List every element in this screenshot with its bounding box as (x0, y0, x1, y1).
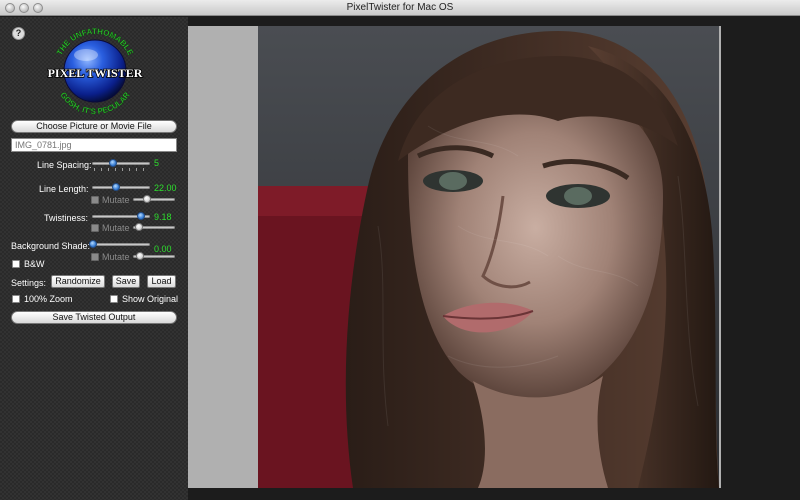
help-button[interactable]: ? (12, 27, 25, 40)
background-shade-label: Background Shade: (11, 241, 91, 251)
tick (122, 168, 123, 171)
line-spacing-value: 5 (154, 158, 160, 168)
window-title: PixelTwister for Mac OS (346, 2, 454, 13)
background-shade-value: 0.00 (154, 244, 172, 254)
line-length-value: 22.00 (154, 183, 177, 193)
save-twisted-output-button[interactable]: Save Twisted Output (11, 311, 177, 324)
twistiness-knob[interactable] (137, 212, 145, 220)
background-shade-mutate-checkbox[interactable] (91, 253, 99, 261)
preview-canvas[interactable] (188, 26, 721, 488)
logo-name: PIXEL TWISTER (48, 66, 143, 80)
pixeltwister-logo: THE UNFATHOMABLE GOSH, IT'S PECULAR PIXE… (47, 27, 144, 116)
choose-file-button[interactable]: Choose Picture or Movie File (11, 120, 177, 133)
tick (101, 168, 102, 171)
show-original-label: Show Original (122, 294, 179, 304)
app-window: PixelTwister for Mac OS ? THE UNFATHOMAB… (0, 0, 800, 500)
zoom-100-checkbox[interactable] (12, 295, 20, 303)
title-bar: PixelTwister for Mac OS (0, 0, 800, 16)
line-spacing-label: Line Spacing: (37, 160, 92, 170)
line-length-slider[interactable] (92, 186, 150, 189)
bw-label: B&W (24, 259, 45, 269)
twistiness-mutate-knob[interactable] (135, 223, 143, 231)
file-name-field[interactable]: IMG_0781.jpg (11, 138, 177, 152)
bw-checkbox[interactable] (12, 260, 20, 268)
tick (94, 168, 95, 171)
line-length-mutate-checkbox[interactable] (91, 196, 99, 204)
line-length-knob[interactable] (112, 183, 120, 191)
line-spacing-slider[interactable] (92, 162, 150, 165)
line-spacing-knob[interactable] (109, 159, 117, 167)
tick (108, 168, 109, 171)
tick (115, 168, 116, 171)
line-length-mutate-slider[interactable] (133, 198, 175, 201)
twistiness-mutate-label: Mutate (102, 223, 130, 233)
tick (143, 168, 144, 171)
line-length-mutate-knob[interactable] (143, 195, 151, 203)
tick (136, 168, 137, 171)
twistiness-value: 9.18 (154, 212, 172, 222)
background-shade-mutate-knob[interactable] (136, 252, 144, 260)
background-shade-knob[interactable] (89, 240, 97, 248)
line-length-mutate-label: Mutate (102, 195, 130, 205)
background-shade-mutate-label: Mutate (102, 252, 130, 262)
twisted-image-preview[interactable] (258, 26, 719, 488)
settings-load-button[interactable]: Load (147, 275, 176, 288)
tick (129, 168, 130, 171)
show-original-checkbox[interactable] (110, 295, 118, 303)
zoom-100-label: 100% Zoom (24, 294, 73, 304)
settings-label: Settings: (11, 278, 47, 288)
controls-panel: ? THE UNFATHOMABLE GOSH, IT'S PECULAR PI… (0, 17, 188, 500)
twistiness-mutate-checkbox[interactable] (91, 224, 99, 232)
background-shade-slider[interactable] (92, 243, 150, 246)
line-length-label: Line Length: (39, 184, 89, 194)
settings-save-button[interactable]: Save (112, 275, 140, 288)
twistiness-label: Twistiness: (44, 213, 89, 223)
randomize-button[interactable]: Randomize (51, 275, 105, 288)
